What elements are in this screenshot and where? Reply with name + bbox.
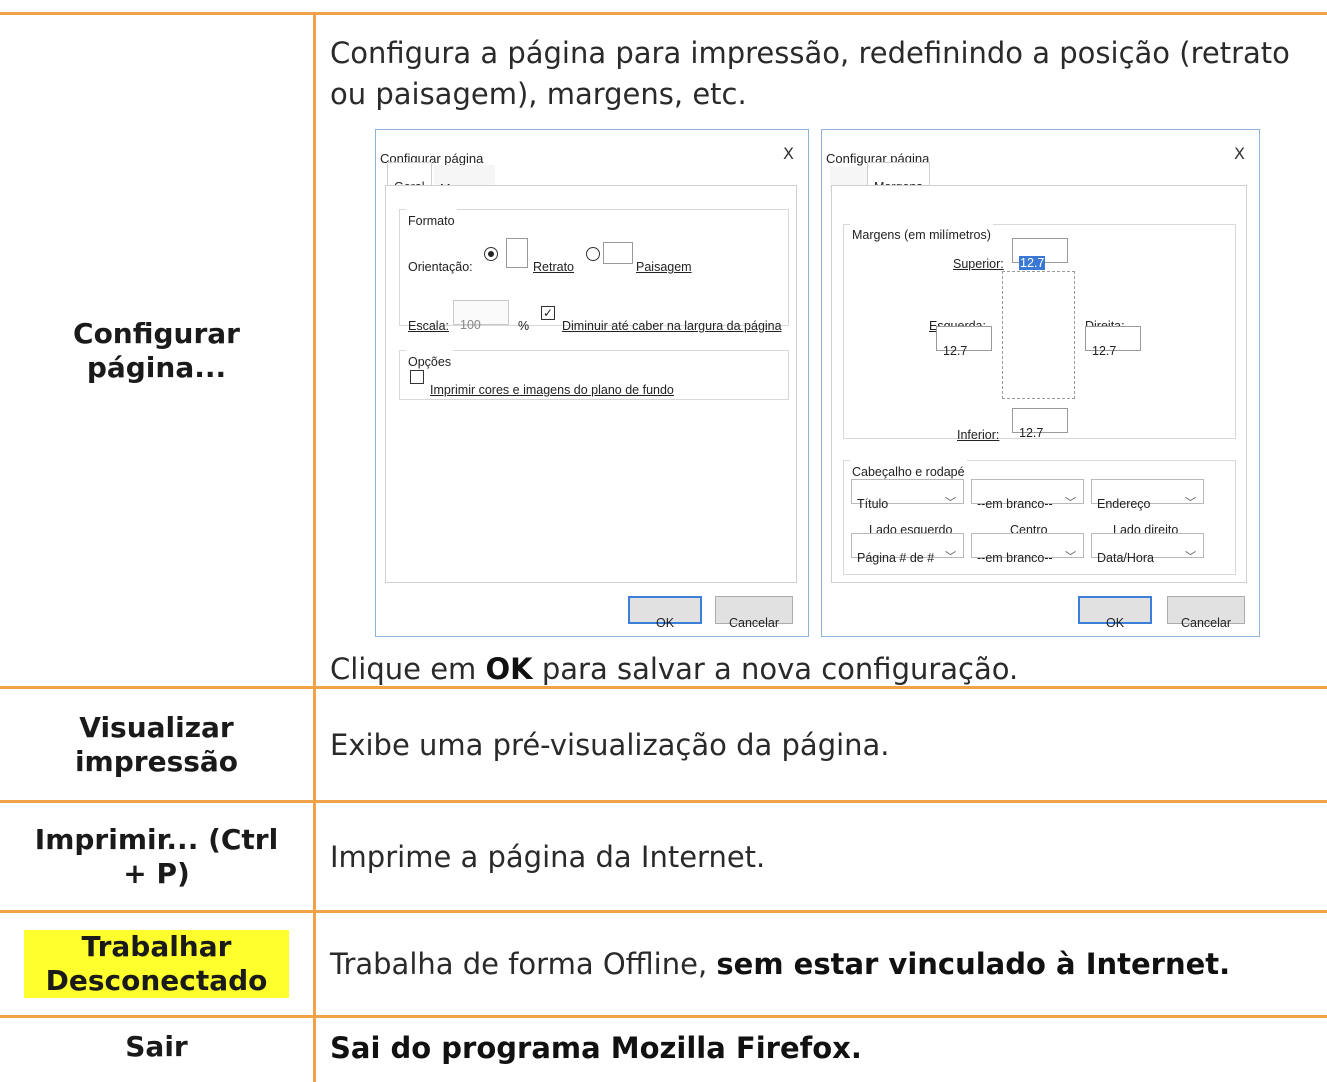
desc-after-post: para salvar a nova configuração.	[532, 652, 1019, 686]
desc-intro: Configura a página para impressão, redef…	[330, 36, 1290, 111]
chevron-down-icon: ﹀	[1185, 497, 1196, 509]
row-label-text: Visualizar impressão	[74, 710, 239, 778]
row-desc-trabalhar-desconectado: Trabalha de forma Offline, sem estar vin…	[316, 913, 1327, 1015]
paisagem-radio[interactable]	[586, 247, 600, 261]
row-desc-configurar-pagina: Configura a página para impressão, redef…	[316, 15, 1327, 686]
footer-center-select[interactable]: --em branco-- ﹀	[971, 533, 1084, 565]
superior-label: Superior:	[953, 257, 1004, 271]
row-label-text: Trabalhar Desconectado	[24, 930, 289, 998]
tab-geral[interactable]: Geral	[387, 162, 432, 194]
cancel-button[interactable]: Cancelar	[1167, 596, 1245, 630]
desc-after: Clique em OK para salvar a nova configur…	[330, 649, 1018, 689]
inferior-label: Inferior:	[957, 428, 1000, 442]
table-row: Sair Sai do programa Mozilla Firefox.	[0, 1018, 1327, 1082]
diminuir-label[interactable]: Diminuir até caber na largura da página	[562, 306, 782, 346]
ok-button[interactable]: OK	[628, 596, 702, 630]
row-label-visualizar-impressao: Visualizar impressão	[0, 689, 316, 800]
header-right-value: Endereço	[1097, 497, 1151, 511]
row-label-text: Imprimir... (Ctrl + P)	[34, 822, 279, 890]
row-desc-bold: Sai do programa Mozilla Firefox.	[330, 1031, 862, 1065]
geral-panel: Formato Orientação: Retrato Paisagem Esc…	[385, 185, 797, 583]
row-label-text: Configurar página...	[73, 316, 240, 384]
esquerda-input[interactable]: 12.7	[936, 326, 992, 358]
header-left-value: Título	[857, 497, 889, 511]
row-desc-visualizar-impressao: Exibe uma pré-visualização da página.	[316, 689, 1327, 800]
tab-margens[interactable]: Margens	[867, 162, 930, 194]
formato-label: Formato	[406, 201, 457, 241]
desc-after-bold: OK	[485, 652, 533, 686]
table-row: Visualizar impressão Exibe uma pré-visua…	[0, 689, 1327, 803]
row-desc-text: Imprime a página da Internet.	[330, 839, 766, 874]
retrato-label[interactable]: Retrato	[533, 247, 574, 287]
percent-label: %	[518, 319, 530, 333]
row-label-sair: Sair	[0, 1018, 316, 1082]
close-icon[interactable]: X	[1234, 134, 1245, 174]
table-row: Trabalhar Desconectado Trabalha de forma…	[0, 913, 1327, 1018]
page-setup-dialog-margens: Configurar página X Geral Margens Margen…	[821, 129, 1260, 637]
desc-after-pre: Clique em	[330, 652, 486, 686]
chevron-down-icon: ﹀	[1185, 551, 1196, 563]
escala-input[interactable]: 100	[453, 300, 509, 332]
footer-left-value: Página # de #	[857, 551, 935, 565]
retrato-radio[interactable]	[484, 247, 498, 261]
header-left-select[interactable]: Título ﹀	[851, 479, 964, 511]
orientacao-label: Orientação:	[408, 260, 473, 274]
row-label-configurar-pagina: Configurar página...	[0, 15, 316, 686]
paisagem-label[interactable]: Paisagem	[636, 247, 692, 287]
superior-input[interactable]: 12.7	[1012, 238, 1068, 270]
footer-right-select[interactable]: Data/Hora ﹀	[1091, 533, 1204, 565]
imprimir-cores-checkbox[interactable]	[410, 370, 424, 384]
row-label-trabalhar-desconectado: Trabalhar Desconectado	[0, 913, 316, 1015]
table-row: Imprimir... (Ctrl + P) Imprime a página …	[0, 803, 1327, 913]
footer-right-value: Data/Hora	[1097, 551, 1154, 565]
escala-label: Escala:	[408, 319, 449, 333]
imprimir-cores-label[interactable]: Imprimir cores e imagens do plano de fun…	[430, 370, 674, 410]
row-label-text: Sair	[125, 1030, 188, 1063]
row-desc-text: Trabalha de forma Offline,	[330, 947, 717, 981]
cancel-button[interactable]: Cancelar	[715, 596, 793, 630]
header-center-select[interactable]: --em branco-- ﹀	[971, 479, 1084, 511]
row-desc-text: Exibe uma pré-visualização da página.	[330, 727, 890, 762]
diminuir-checkbox[interactable]: ✓	[541, 306, 555, 320]
ok-button[interactable]: OK	[1078, 596, 1152, 630]
margens-panel: Margens (em milímetros) Superior: 12.7 E…	[831, 185, 1247, 583]
page-preview	[1002, 271, 1075, 399]
row-desc-bold: sem estar vinculado à Internet.	[716, 947, 1231, 981]
chevron-down-icon: ﹀	[1065, 551, 1076, 563]
chevron-down-icon: ﹀	[1065, 497, 1076, 509]
table-row: Configurar página... Configura a página …	[0, 12, 1327, 689]
row-desc-sair: Sai do programa Mozilla Firefox.	[316, 1018, 1327, 1082]
portrait-page-icon	[506, 238, 528, 268]
chevron-down-icon: ﹀	[945, 551, 956, 563]
landscape-page-icon	[603, 242, 633, 264]
header-center-value: --em branco--	[977, 497, 1053, 511]
header-right-select[interactable]: Endereço ﹀	[1091, 479, 1204, 511]
footer-left-select[interactable]: Página # de # ﹀	[851, 533, 964, 565]
inferior-input[interactable]: 12.7	[1012, 408, 1068, 440]
row-desc-imprimir: Imprime a página da Internet.	[316, 803, 1327, 910]
close-icon[interactable]: X	[783, 134, 794, 174]
direita-input[interactable]: 12.7	[1085, 326, 1141, 358]
footer-center-value: --em branco--	[977, 551, 1053, 565]
row-label-imprimir: Imprimir... (Ctrl + P)	[0, 803, 316, 910]
page-setup-dialog-geral: Configurar página X Geral Margens Format…	[375, 129, 809, 637]
superior-value: 12.7	[1019, 256, 1046, 270]
